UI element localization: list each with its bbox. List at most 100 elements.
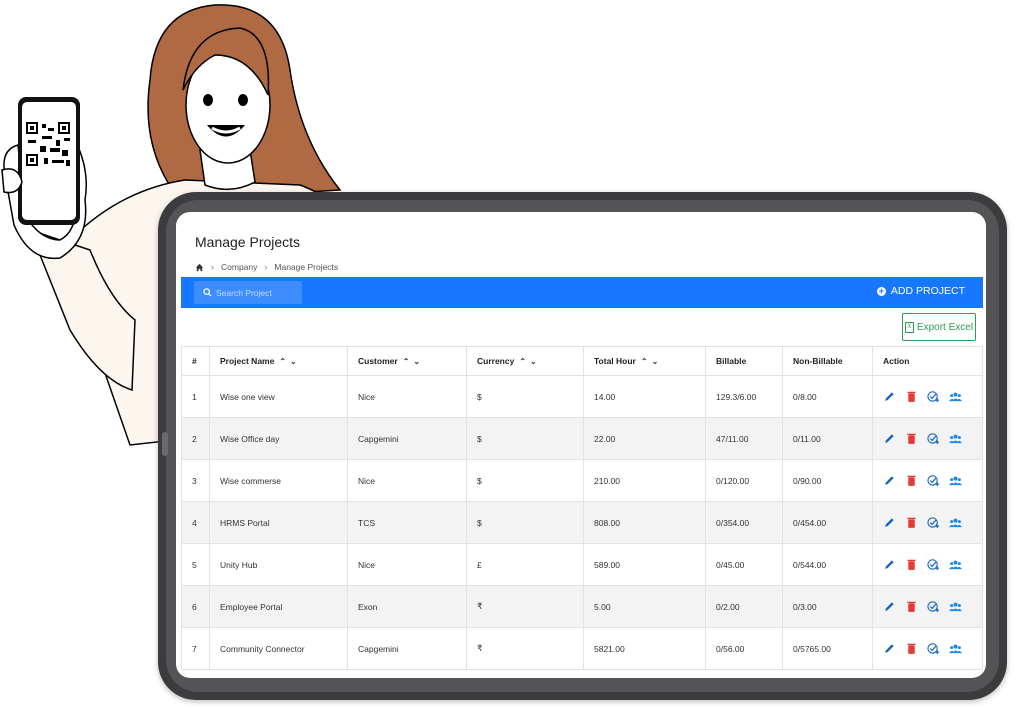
table-row[interactable]: 4 HRMS Portal TCS $808.00 0/354.00 0/454.00 (181, 501, 983, 544)
table-row[interactable]: 2 Wise Office day Capgemini $22.00 47/11.00 0… (181, 417, 983, 460)
approve-icon[interactable] (927, 390, 940, 403)
cell-total-hour: 5821.00 (583, 627, 706, 670)
cell-action (872, 459, 983, 502)
table-row[interactable]: 1 Wise one view Nice $14.00 129.3/6.00 0/8.00 (181, 375, 983, 418)
sort-arrows-icon[interactable]: ⌃⌄ (641, 357, 662, 366)
chevron-right-icon: › (264, 262, 268, 272)
cell-customer: Nice (347, 375, 467, 418)
team-icon[interactable] (949, 474, 962, 487)
approve-icon[interactable] (927, 642, 940, 655)
approve-icon[interactable] (927, 516, 940, 529)
table-row[interactable]: 3 Wise commerse Nice $210.00 0/120.00 0/90.00 (181, 459, 983, 502)
app-screen: Manage Projects › Company › Manage Proje… (176, 212, 986, 678)
cell-currency: ₹ (466, 627, 584, 670)
cell-action (872, 627, 983, 670)
cell-billable: 0/2.00 (705, 585, 783, 628)
plus-circle-icon: + (876, 285, 886, 296)
team-icon[interactable] (949, 390, 962, 403)
edit-icon[interactable] (883, 432, 896, 445)
add-project-button[interactable]: + ADD PROJECT (876, 285, 965, 297)
cell-currency: £ (466, 543, 584, 586)
col-header-project-name[interactable]: Project Name ⌃⌄ (209, 346, 348, 376)
cell-customer: Capgemini (347, 627, 467, 670)
cell-customer: Capgemini (347, 417, 467, 460)
col-header-total-hour[interactable]: Total Hour ⌃⌄ (583, 346, 706, 376)
cell-billable: 129.3/6.00 (705, 375, 783, 418)
cell-project-name: HRMS Portal (209, 501, 348, 544)
cell-total-hour: 14.00 (583, 375, 706, 418)
delete-icon[interactable] (905, 516, 918, 529)
delete-icon[interactable] (905, 432, 918, 445)
sort-arrows-icon[interactable]: ⌃⌄ (279, 357, 300, 366)
cell-index: 5 (181, 543, 210, 586)
cell-customer: Nice (347, 543, 467, 586)
cell-currency: $ (466, 459, 584, 502)
edit-icon[interactable] (883, 558, 896, 571)
edit-icon[interactable] (883, 600, 896, 613)
table-row[interactable]: 5 Unity Hub Nice £589.00 0/45.00 0/544.00 (181, 543, 983, 586)
breadcrumb-current: Manage Projects (274, 262, 339, 272)
cell-action (872, 585, 983, 628)
search-box[interactable] (194, 281, 302, 304)
cell-index: 3 (181, 459, 210, 502)
edit-icon[interactable] (883, 516, 896, 529)
team-icon[interactable] (949, 600, 962, 613)
col-header-currency[interactable]: Currency ⌃⌄ (466, 346, 584, 376)
home-icon[interactable] (195, 263, 204, 272)
cell-non-billable: 0/454.00 (782, 501, 873, 544)
cell-index: 2 (181, 417, 210, 460)
breadcrumb-company[interactable]: Company (221, 262, 257, 272)
cell-billable: 47/11.00 (705, 417, 783, 460)
cell-billable: 0/45.00 (705, 543, 783, 586)
team-icon[interactable] (949, 642, 962, 655)
delete-icon[interactable] (905, 474, 918, 487)
delete-icon[interactable] (905, 390, 918, 403)
cell-non-billable: 0/11.00 (782, 417, 873, 460)
table-body: 1 Wise one view Nice $14.00 129.3/6.00 0/8.00… (181, 375, 983, 670)
table-header-row: # Project Name ⌃⌄ Customer ⌃⌄ Currency ⌃⌄ T… (181, 346, 983, 376)
approve-icon[interactable] (927, 558, 940, 571)
cell-project-name: Employee Portal (209, 585, 348, 628)
export-excel-button[interactable]: X Export Excel (902, 313, 976, 341)
cell-currency: ₹ (466, 585, 584, 628)
tablet-side-button (162, 432, 168, 456)
approve-icon[interactable] (927, 432, 940, 445)
edit-icon[interactable] (883, 390, 896, 403)
cell-non-billable: 0/5765.00 (782, 627, 873, 670)
edit-icon[interactable] (883, 474, 896, 487)
cell-billable: 0/354.00 (705, 501, 783, 544)
cell-action (872, 501, 983, 544)
cell-total-hour: 210.00 (583, 459, 706, 502)
projects-table: # Project Name ⌃⌄ Customer ⌃⌄ Currency ⌃⌄ T… (181, 346, 983, 670)
sort-arrows-icon[interactable]: ⌃⌄ (519, 357, 540, 366)
table-row[interactable]: 6 Employee Portal Exon ₹5.00 0/2.00 0/3.00 (181, 585, 983, 628)
chevron-right-icon: › (211, 262, 214, 272)
cell-project-name: Wise Office day (209, 417, 348, 460)
search-input[interactable] (216, 287, 296, 298)
cell-currency: $ (466, 501, 584, 544)
tablet-device: Manage Projects › Company › Manage Proje… (158, 192, 1007, 700)
team-icon[interactable] (949, 516, 962, 529)
search-icon (203, 288, 212, 297)
col-header-billable: Billable (705, 346, 783, 376)
table-row[interactable]: 7 Community Connector Capgemini ₹5821.00 0/5… (181, 627, 983, 670)
edit-icon[interactable] (883, 642, 896, 655)
cell-currency: $ (466, 375, 584, 418)
add-project-label: ADD PROJECT (890, 285, 965, 297)
export-label: Export Excel (916, 321, 974, 333)
delete-icon[interactable] (905, 558, 918, 571)
col-header-customer[interactable]: Customer ⌃⌄ (347, 346, 467, 376)
cell-action (872, 543, 983, 586)
team-icon[interactable] (949, 432, 962, 445)
approve-icon[interactable] (927, 474, 940, 487)
toolbar: + ADD PROJECT (181, 277, 983, 308)
cell-project-name: Community Connector (209, 627, 348, 670)
cell-total-hour: 808.00 (583, 501, 706, 544)
team-icon[interactable] (949, 558, 962, 571)
sort-arrows-icon[interactable]: ⌃⌄ (403, 357, 424, 366)
delete-icon[interactable] (905, 642, 918, 655)
cell-action (872, 375, 983, 418)
cell-total-hour: 5.00 (583, 585, 706, 628)
delete-icon[interactable] (905, 600, 918, 613)
approve-icon[interactable] (927, 600, 940, 613)
